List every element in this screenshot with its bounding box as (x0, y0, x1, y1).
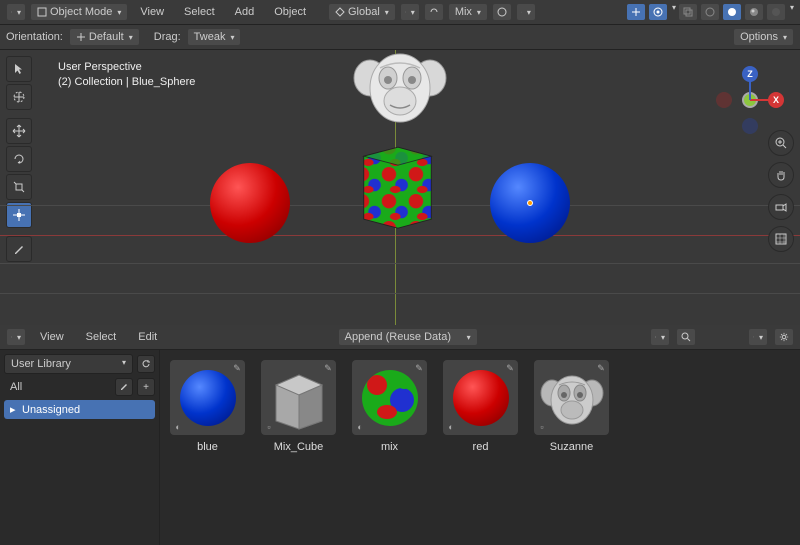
object-mix-cube[interactable] (350, 140, 445, 230)
overlay-toggle[interactable] (648, 3, 668, 21)
xray-toggle[interactable] (678, 3, 698, 21)
refresh-library-button[interactable] (137, 355, 155, 373)
menu-object[interactable]: Object (266, 3, 314, 21)
menu-add[interactable]: Add (227, 3, 263, 21)
object-red-sphere[interactable] (210, 163, 290, 243)
filter-button[interactable]: ▾ (748, 328, 768, 346)
material-preview-icon (362, 370, 418, 426)
edit-icon[interactable]: ✎ (322, 362, 334, 374)
navigation-gizmo[interactable]: X Z (720, 70, 780, 130)
toolbar-right (768, 130, 794, 252)
pivot-button[interactable]: ▾ (400, 3, 420, 21)
drag-value: Tweak (194, 31, 226, 43)
object-type-icon: ▫ (263, 421, 275, 433)
snap-button[interactable] (424, 3, 444, 21)
material-preview-icon (180, 370, 236, 426)
edit-icon[interactable]: ✎ (504, 362, 516, 374)
asset-menu-view[interactable]: View (32, 328, 72, 346)
asset-browser: ▾ View Select Edit Append (Reuse Data) ▾… (0, 325, 800, 545)
edit-icon[interactable]: ✎ (595, 362, 607, 374)
selection-dot (527, 200, 533, 206)
snap-mode-label: Mix (455, 6, 472, 18)
material-type-icon: ◐ (172, 421, 184, 433)
camera-button[interactable] (768, 194, 794, 220)
orientation-label: Global (348, 6, 380, 18)
proportional-button[interactable] (492, 3, 512, 21)
shading-material[interactable] (744, 3, 764, 21)
viewport-scene (0, 50, 800, 325)
import-mode-label: Append (Reuse Data) (345, 331, 451, 343)
asset-editor-type[interactable]: ▾ (6, 328, 26, 346)
settings-button[interactable] (774, 328, 794, 346)
proportional-falloff[interactable]: ▾ (516, 3, 536, 21)
library-label: User Library (11, 358, 71, 370)
edit-icon[interactable]: ✎ (231, 362, 243, 374)
asset-label: blue (197, 441, 218, 453)
add-catalog-button[interactable]: + (137, 378, 155, 396)
asset-item-mix[interactable]: ✎ ◐ mix (352, 360, 427, 453)
import-mode-dropdown[interactable]: Append (Reuse Data) ▾ (338, 328, 478, 346)
asset-menu-edit[interactable]: Edit (130, 328, 165, 346)
menu-view[interactable]: View (132, 3, 172, 21)
transform-orientation-dropdown[interactable]: Default ▾ (69, 28, 140, 46)
object-suzanne[interactable] (350, 50, 450, 133)
asset-label: Suzanne (550, 441, 593, 453)
shading-rendered[interactable] (766, 3, 786, 21)
search-button[interactable] (676, 328, 696, 346)
library-dropdown[interactable]: User Library ▾ (4, 354, 133, 374)
viewport-header: ▾ Object Mode ▾ View Select Add Object G… (0, 0, 800, 25)
asset-item-red[interactable]: ✎ ◐ red (443, 360, 518, 453)
asset-label: Mix_Cube (274, 441, 324, 453)
shading-wire[interactable] (700, 3, 720, 21)
viewport-3d[interactable]: User Perspective (2) Collection | Blue_S… (0, 50, 800, 325)
snap-mode-dropdown[interactable]: Mix ▾ (448, 3, 488, 21)
category-unassigned[interactable]: ▸ Unassigned (4, 400, 155, 419)
material-preview-icon (453, 370, 509, 426)
object-type-icon: ▫ (536, 421, 548, 433)
mode-label: Object Mode (50, 6, 112, 18)
orientation-dropdown[interactable]: Global ▾ (328, 3, 396, 21)
asset-grid: ✎ ◐ blue ✎ ▫ Mix_Cube (160, 350, 800, 545)
gizmo-toggle[interactable] (626, 3, 646, 21)
asset-sidebar: User Library ▾ All + ▸ Unassigned (0, 350, 160, 545)
material-type-icon: ◐ (445, 421, 457, 433)
asset-browser-body: User Library ▾ All + ▸ Unassigned (0, 350, 800, 545)
zoom-button[interactable] (768, 130, 794, 156)
perspective-button[interactable] (768, 226, 794, 252)
drag-dropdown[interactable]: Tweak ▾ (187, 28, 242, 46)
asset-menu-select[interactable]: Select (78, 328, 125, 346)
editor-type-button[interactable]: ▾ (6, 3, 26, 21)
display-type-button[interactable]: ▾ (650, 328, 670, 346)
material-type-icon: ◐ (354, 421, 366, 433)
viewport-subheader: Orientation: Default ▾ Drag: Tweak ▾ Opt… (0, 25, 800, 50)
edit-catalog-button[interactable] (115, 378, 133, 396)
drag-title: Drag: (154, 31, 181, 43)
orientation-value: Default (89, 31, 124, 43)
pan-button[interactable] (768, 162, 794, 188)
overlay-toggles: ▾ ▾ (626, 3, 794, 21)
shading-solid[interactable] (722, 3, 742, 21)
monkey-preview-icon (539, 368, 605, 428)
asset-label: red (473, 441, 489, 453)
category-all[interactable]: All (4, 378, 111, 396)
asset-item-blue[interactable]: ✎ ◐ blue (170, 360, 245, 453)
asset-item-mix-cube[interactable]: ✎ ▫ Mix_Cube (261, 360, 336, 453)
asset-item-suzanne[interactable]: ✎ ▫ Suzanne (534, 360, 609, 453)
menu-select[interactable]: Select (176, 3, 223, 21)
asset-label: mix (381, 441, 398, 453)
asset-browser-header: ▾ View Select Edit Append (Reuse Data) ▾… (0, 325, 800, 350)
mode-dropdown[interactable]: Object Mode ▾ (30, 3, 128, 21)
orientation-title: Orientation: (6, 31, 63, 43)
edit-icon[interactable]: ✎ (413, 362, 425, 374)
options-label: Options (740, 31, 778, 43)
options-dropdown[interactable]: Options ▾ (733, 28, 794, 46)
